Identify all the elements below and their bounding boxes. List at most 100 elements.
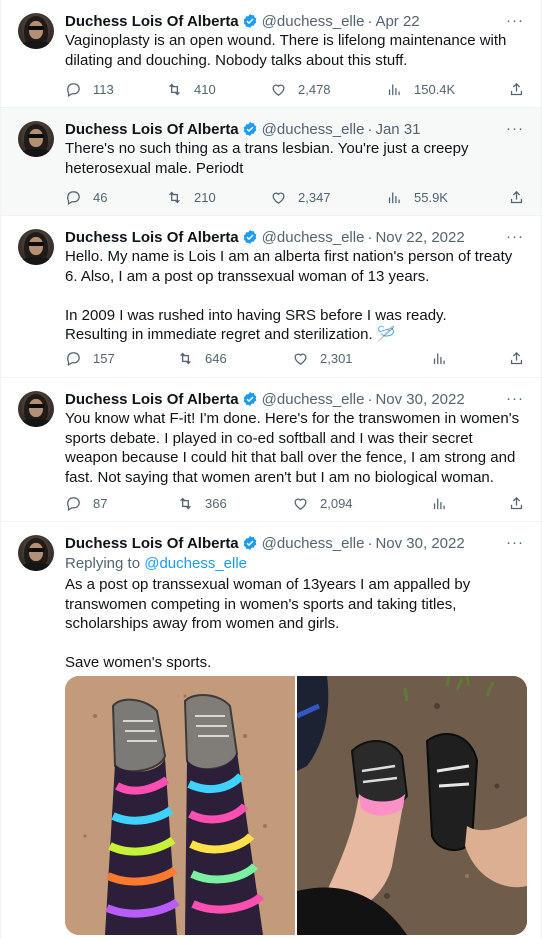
- views-button[interactable]: 55.9K: [386, 187, 448, 207]
- verified-badge-icon: [243, 230, 256, 244]
- replying-to-handle-link[interactable]: @duchess_elle: [144, 555, 247, 572]
- photo-legs-colorful-socks[interactable]: [65, 676, 295, 935]
- more-options-icon[interactable]: ···: [506, 229, 524, 244]
- retweet-button[interactable]: 410: [166, 79, 216, 99]
- like-count: 2,301: [320, 350, 353, 366]
- author-handle[interactable]: @duchess_elle: [262, 121, 365, 138]
- avatar[interactable]: [18, 229, 54, 265]
- more-options-icon[interactable]: ···: [506, 391, 524, 406]
- tweet-date[interactable]: Nov 30, 2022: [375, 391, 464, 408]
- views-button[interactable]: 150.4K: [386, 79, 455, 99]
- more-options-icon[interactable]: ···: [506, 535, 524, 550]
- avatar[interactable]: [18, 391, 54, 427]
- avatar[interactable]: [18, 13, 54, 49]
- reply-button[interactable]: 157: [65, 348, 115, 368]
- tweet-actions: 87 366 2,094: [65, 493, 527, 513]
- views-chart-icon: [433, 353, 445, 364]
- tweet-text: As a post op transsexual woman of 13year…: [65, 576, 471, 671]
- reply-count: 113: [93, 81, 114, 97]
- retweet-count: 646: [205, 350, 227, 366]
- tweet-text: There's no such thing as a trans lesbian…: [65, 140, 469, 177]
- views-chart-icon: [433, 498, 445, 509]
- reply-icon: [67, 496, 80, 511]
- author-handle[interactable]: @duchess_elle: [262, 391, 365, 408]
- retweet-button[interactable]: 210: [166, 187, 216, 207]
- reply-icon: [67, 351, 80, 366]
- tweet[interactable]: Duchess Lois Of Alberta @duchess_elle · …: [1, 0, 541, 108]
- tweet-date[interactable]: Jan 31: [375, 121, 420, 138]
- heart-icon: [272, 84, 285, 96]
- tweet[interactable]: Duchess Lois Of Alberta @duchess_elle · …: [1, 378, 541, 522]
- tweet-date[interactable]: Apr 22: [375, 13, 419, 30]
- tweet-header: Duchess Lois Of Alberta @duchess_elle · …: [65, 119, 421, 139]
- share-icon: [510, 496, 523, 509]
- reply-button[interactable]: 46: [65, 187, 107, 207]
- separator-dot: ·: [367, 390, 373, 408]
- tweet-text: Vaginoplasty is an open wound. There is …: [65, 32, 507, 69]
- verified-badge-icon: [243, 392, 256, 406]
- author-handle[interactable]: @duchess_elle: [262, 535, 365, 552]
- heart-icon: [294, 353, 307, 365]
- share-icon: [510, 190, 523, 203]
- author-handle[interactable]: @duchess_elle: [262, 13, 365, 30]
- tweet-actions: 113 410 2,478 150.4K: [65, 79, 527, 99]
- photo-cleats-on-dirt[interactable]: [297, 676, 527, 935]
- separator-dot: ·: [367, 228, 373, 246]
- separator-dot: ·: [367, 12, 373, 30]
- like-button[interactable]: 2,478: [270, 79, 331, 99]
- tweet-date[interactable]: Nov 30, 2022: [375, 535, 464, 552]
- reply-count: 87: [93, 495, 108, 511]
- share-button[interactable]: [508, 79, 525, 99]
- retweet-button[interactable]: 366: [177, 493, 227, 513]
- author-name[interactable]: Duchess Lois Of Alberta: [65, 535, 239, 552]
- reply-button[interactable]: 87: [65, 493, 107, 513]
- reply-icon: [67, 190, 80, 205]
- share-icon: [510, 351, 523, 364]
- author-handle[interactable]: @duchess_elle: [262, 229, 365, 246]
- socks-sneakers-illustration: [65, 676, 295, 935]
- tweet-header: Duchess Lois Of Alberta @duchess_elle · …: [65, 533, 465, 553]
- tweet-actions: 157 646 2,301: [65, 348, 527, 368]
- tweet-actions: 46 210 2,347 55.9K: [65, 187, 527, 207]
- timeline: Duchess Lois Of Alberta @duchess_elle · …: [0, 0, 542, 939]
- verified-badge-icon: [243, 14, 256, 28]
- author-name[interactable]: Duchess Lois Of Alberta: [65, 391, 239, 408]
- retweet-icon: [180, 497, 191, 509]
- reply-icon: [67, 82, 80, 97]
- author-name[interactable]: Duchess Lois Of Alberta: [65, 121, 239, 138]
- tweet-header: Duchess Lois Of Alberta @duchess_elle · …: [65, 227, 465, 247]
- avatar[interactable]: [18, 121, 54, 157]
- separator-dot: ·: [367, 534, 373, 552]
- views-button[interactable]: [431, 493, 448, 513]
- tweet-text: You know what F-it! I'm done. Here's for…: [65, 410, 520, 486]
- share-icon: [510, 82, 523, 95]
- author-name[interactable]: Duchess Lois Of Alberta: [65, 13, 239, 30]
- tweet-media[interactable]: [65, 676, 527, 935]
- like-count: 2,478: [298, 81, 331, 97]
- tweet[interactable]: Duchess Lois Of Alberta @duchess_elle · …: [1, 108, 541, 216]
- more-options-icon[interactable]: ···: [506, 13, 524, 28]
- more-options-icon[interactable]: ···: [506, 121, 524, 136]
- replying-to: Replying to @duchess_elle: [65, 554, 247, 573]
- views-count: 150.4K: [414, 81, 456, 97]
- share-button[interactable]: [508, 187, 525, 207]
- like-button[interactable]: 2,094: [292, 493, 353, 513]
- tweet-header: Duchess Lois Of Alberta @duchess_elle · …: [65, 389, 465, 409]
- author-name[interactable]: Duchess Lois Of Alberta: [65, 229, 239, 246]
- heart-icon: [272, 192, 285, 204]
- like-button[interactable]: 2,301: [292, 348, 353, 368]
- avatar[interactable]: [18, 535, 54, 571]
- retweet-button[interactable]: 646: [177, 348, 227, 368]
- reply-button[interactable]: 113: [65, 79, 114, 99]
- share-button[interactable]: [508, 348, 525, 368]
- tweet[interactable]: Duchess Lois Of Alberta @duchess_elle · …: [1, 216, 541, 378]
- replying-to-label: Replying to: [65, 555, 141, 572]
- like-button[interactable]: 2,347: [270, 187, 331, 207]
- views-button[interactable]: [431, 348, 448, 368]
- like-count: 2,347: [298, 189, 331, 205]
- retweet-icon: [169, 191, 180, 203]
- share-button[interactable]: [508, 493, 525, 513]
- views-chart-icon: [388, 192, 400, 203]
- reply-count: 157: [93, 350, 115, 366]
- tweet-date[interactable]: Nov 22, 2022: [375, 229, 464, 246]
